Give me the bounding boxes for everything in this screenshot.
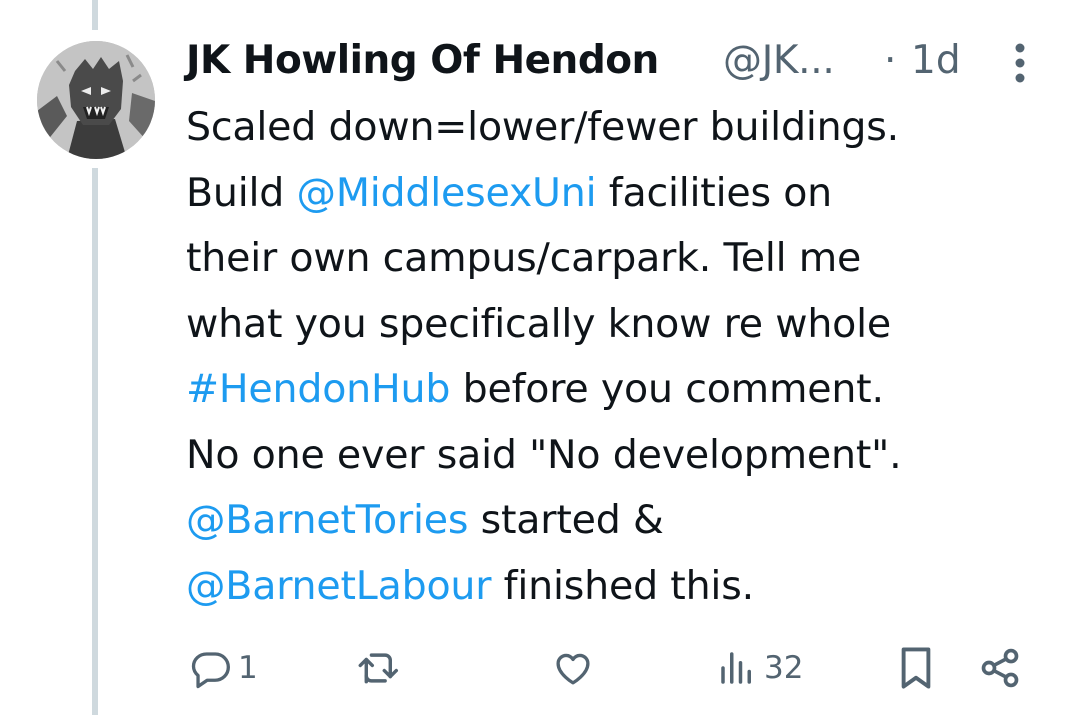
thread-line-top xyxy=(92,0,98,30)
bookmark-icon xyxy=(896,645,936,691)
views-button[interactable]: 32 xyxy=(716,640,803,695)
repost-button[interactable] xyxy=(356,640,410,695)
tweet-text: No one ever said "No development". xyxy=(186,431,902,478)
tweet-line: #HendonHub before you comment. xyxy=(186,357,1046,423)
action-bar: 1 32 xyxy=(186,640,1036,695)
reply-count: 1 xyxy=(238,649,258,686)
mention-link[interactable]: @MiddlesexUni xyxy=(297,170,597,216)
tweet-line: Scaled down=lower/fewer buildings. xyxy=(186,95,1046,161)
tweet-text: facilities on xyxy=(596,169,832,216)
reply-button[interactable]: 1 xyxy=(190,640,258,695)
author-handle[interactable]: @JK... xyxy=(723,38,835,83)
tweet-line: @BarnetLabour finished this. xyxy=(186,554,1046,620)
avatar[interactable] xyxy=(37,41,155,159)
tweet-line: @BarnetTories started & xyxy=(186,488,1046,554)
repost-icon xyxy=(356,647,404,689)
mention-link[interactable]: @BarnetLabour xyxy=(186,563,492,609)
views-icon xyxy=(716,647,758,689)
author-display-name[interactable]: JK Howling Of Hendon xyxy=(186,38,659,83)
bookmark-button[interactable] xyxy=(896,640,936,695)
tweet-text: their own campus/carpark. Tell me xyxy=(186,235,862,281)
werewolf-avatar-icon xyxy=(37,41,155,159)
views-count: 32 xyxy=(764,649,804,686)
hashtag-link[interactable]: #HendonHub xyxy=(186,366,450,412)
more-options-icon[interactable] xyxy=(1008,40,1032,86)
timestamp[interactable]: 1d xyxy=(911,38,961,83)
share-icon xyxy=(978,646,1022,690)
tweet-text: finished this. xyxy=(491,562,754,609)
tweet-header: JK Howling Of Hendon @JK... · 1d xyxy=(186,36,1046,86)
tweet-text: started & xyxy=(468,497,664,543)
separator-dot: · xyxy=(884,38,897,83)
tweet-text: Scaled down=lower/fewer buildings. xyxy=(186,104,900,150)
tweet-body: Scaled down=lower/fewer buildings. Build… xyxy=(186,95,1046,619)
tweet-line: what you specifically know re whole xyxy=(186,292,1046,358)
share-button[interactable] xyxy=(978,640,1022,695)
tweet-text: before you comment. xyxy=(450,366,884,412)
reply-icon xyxy=(190,647,232,689)
mention-link[interactable]: @BarnetTories xyxy=(186,497,468,543)
tweet-line: their own campus/carpark. Tell me xyxy=(186,226,1046,292)
like-button[interactable] xyxy=(552,640,600,695)
heart-icon xyxy=(552,647,594,689)
tweet-line: Build @MiddlesexUni facilities on xyxy=(186,161,1046,227)
tweet-text: what you specifically know re whole xyxy=(186,300,892,347)
tweet-text: Build xyxy=(186,169,297,216)
tweet-line: No one ever said "No development". xyxy=(186,423,1046,489)
thread-line-bottom xyxy=(92,168,98,715)
